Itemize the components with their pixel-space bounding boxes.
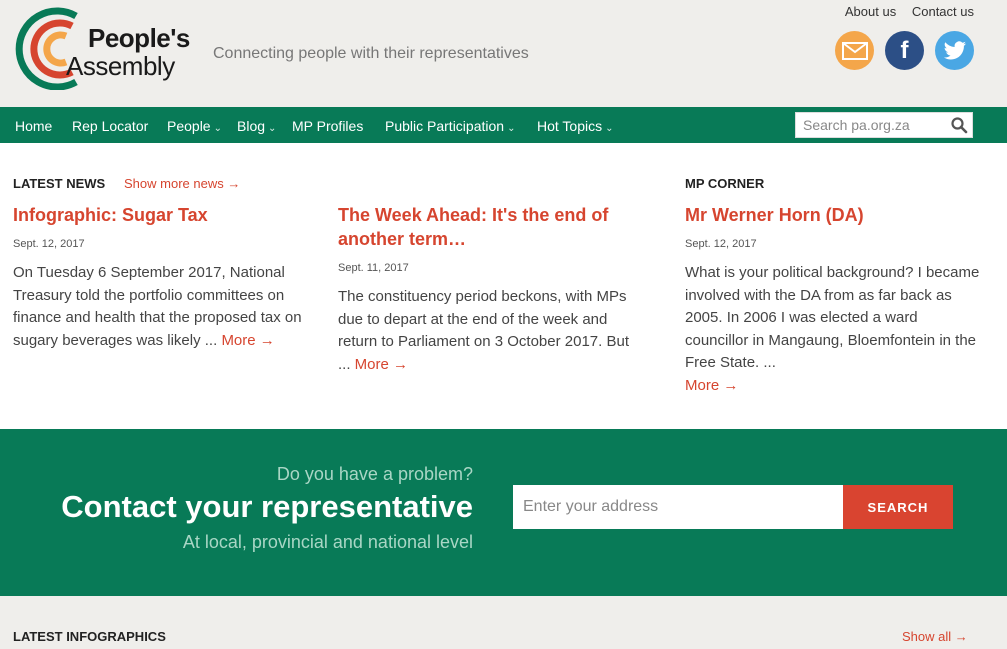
nav-item-mp-profiles[interactable]: MP Profiles bbox=[292, 118, 363, 134]
search-icon[interactable] bbox=[950, 116, 968, 134]
article-more-link[interactable]: More → bbox=[355, 356, 408, 373]
email-icon[interactable] bbox=[835, 31, 874, 70]
logo-line-2: Assembly bbox=[66, 51, 175, 81]
show-all-infographics-link[interactable]: Show all → bbox=[902, 629, 968, 644]
article-date: Sept. 12, 2017 bbox=[13, 238, 85, 250]
mp-corner-date: Sept. 12, 2017 bbox=[685, 238, 757, 250]
address-input[interactable] bbox=[513, 485, 844, 529]
infographics-section: LATEST INFOGRAPHICS Show all → bbox=[0, 596, 1007, 649]
article-title[interactable]: The Week Ahead: It's the end of another … bbox=[338, 203, 638, 251]
article-more-link[interactable]: More → bbox=[221, 332, 274, 349]
about-us-link[interactable]: About us bbox=[845, 4, 896, 19]
search-input[interactable] bbox=[796, 113, 946, 137]
chevron-down-icon: ⌄ bbox=[268, 123, 277, 134]
logo-line-1: People's bbox=[88, 23, 190, 53]
mp-corner-heading: MP CORNER bbox=[685, 176, 765, 191]
mp-corner-title[interactable]: Mr Werner Horn (DA) bbox=[685, 203, 985, 227]
mp-corner-more-link[interactable]: More → bbox=[685, 377, 738, 394]
nav-item-people[interactable]: People ⌄ bbox=[167, 118, 222, 134]
mp-corner-excerpt: What is your political background? I bec… bbox=[685, 264, 980, 394]
latest-infographics-heading: LATEST INFOGRAPHICS bbox=[13, 629, 166, 644]
cta-subtitle: At local, provincial and national level bbox=[182, 532, 473, 552]
cta-title: Contact your representative bbox=[61, 489, 473, 524]
top-links: About us Contact us bbox=[833, 4, 974, 19]
facebook-icon[interactable]: f bbox=[885, 31, 924, 70]
cta-question: Do you have a problem? bbox=[276, 464, 473, 484]
nav-item-public-participation[interactable]: Public Participation ⌄ bbox=[385, 118, 515, 134]
article-excerpt: On Tuesday 6 September 2017, National Tr… bbox=[13, 264, 302, 349]
latest-news-heading: LATEST NEWS bbox=[13, 176, 106, 191]
chevron-down-icon: ⌄ bbox=[605, 123, 614, 134]
site-search bbox=[795, 112, 973, 138]
nav-item-hot-topics[interactable]: Hot Topics ⌄ bbox=[537, 118, 614, 134]
article-title[interactable]: Infographic: Sugar Tax bbox=[13, 203, 313, 227]
nav-item-home[interactable]: Home bbox=[15, 118, 52, 134]
nav-item-rep-locator[interactable]: Rep Locator bbox=[72, 118, 148, 134]
contact-us-link[interactable]: Contact us bbox=[912, 4, 974, 19]
contact-representative-banner: Do you have a problem? Contact your repr… bbox=[0, 429, 1007, 596]
chevron-down-icon: ⌄ bbox=[213, 123, 222, 134]
chevron-down-icon: ⌄ bbox=[507, 123, 516, 134]
twitter-icon[interactable] bbox=[935, 31, 974, 70]
address-search-button[interactable]: SEARCH bbox=[843, 485, 953, 529]
article-excerpt: The constituency period beckons, with MP… bbox=[338, 288, 629, 373]
show-more-news-link[interactable]: Show more news → bbox=[124, 176, 240, 191]
tagline: Connecting people with their representat… bbox=[213, 45, 529, 62]
nav-item-blog[interactable]: Blog ⌄ bbox=[237, 118, 276, 134]
logo-wordmark[interactable]: People's Assembly bbox=[66, 24, 190, 80]
site-header: People's Assembly Connecting people with… bbox=[0, 0, 1007, 107]
article-date: Sept. 11, 2017 bbox=[338, 262, 409, 274]
